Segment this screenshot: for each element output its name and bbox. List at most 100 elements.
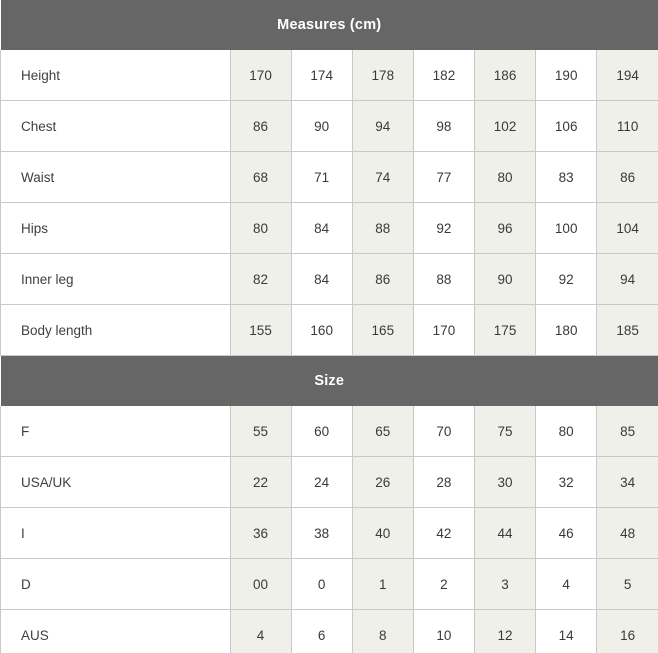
data-cell: 0 — [291, 558, 353, 610]
data-cell: 80 — [230, 202, 292, 254]
row-label: USA/UK — [0, 456, 231, 508]
data-cell: 90 — [474, 253, 537, 305]
data-cell: 5 — [596, 558, 658, 610]
data-cell: 83 — [535, 151, 598, 203]
table-row: Waist 68 71 74 77 80 83 86 — [0, 151, 658, 203]
data-cell: 26 — [352, 456, 414, 508]
data-cell: 12 — [474, 609, 537, 653]
data-cell: 42 — [413, 507, 476, 559]
data-cell: 170 — [413, 304, 476, 356]
row-label: I — [0, 507, 231, 559]
table-row: AUS 4 6 8 10 12 14 16 — [0, 609, 658, 653]
data-cell: 14 — [535, 609, 598, 653]
size-chart-body: Measures (cm) Height 170 174 178 182 186 190 194… — [0, 0, 658, 653]
data-cell: 4 — [535, 558, 598, 610]
data-cell: 74 — [352, 151, 414, 203]
data-cell: 3 — [474, 558, 537, 610]
row-label: F — [0, 406, 231, 457]
data-cell: 92 — [535, 253, 598, 305]
data-cell: 100 — [535, 202, 598, 254]
data-cell: 106 — [535, 100, 598, 152]
data-cell: 75 — [474, 406, 537, 457]
data-cell: 16 — [596, 609, 658, 653]
data-cell: 10 — [413, 609, 476, 653]
data-cell: 60 — [291, 406, 353, 457]
data-cell: 190 — [535, 50, 598, 101]
data-cell: 98 — [413, 100, 476, 152]
data-cell: 86 — [352, 253, 414, 305]
data-cell: 32 — [535, 456, 598, 508]
data-cell: 85 — [596, 406, 658, 457]
section-header-title: Measures (cm) — [0, 0, 658, 50]
data-cell: 180 — [535, 304, 598, 356]
data-cell: 38 — [291, 507, 353, 559]
data-cell: 90 — [291, 100, 353, 152]
data-cell: 77 — [413, 151, 476, 203]
data-cell: 170 — [230, 50, 292, 101]
data-cell: 86 — [230, 100, 292, 152]
data-cell: 30 — [474, 456, 537, 508]
data-cell: 96 — [474, 202, 537, 254]
section-header-title: Size — [0, 355, 658, 406]
row-label: Chest — [0, 100, 231, 152]
data-cell: 88 — [352, 202, 414, 254]
data-cell: 70 — [413, 406, 476, 457]
data-cell: 104 — [596, 202, 658, 254]
row-label: AUS — [0, 609, 231, 653]
data-cell: 2 — [413, 558, 476, 610]
data-cell: 44 — [474, 507, 537, 559]
data-cell: 84 — [291, 253, 353, 305]
data-cell: 46 — [535, 507, 598, 559]
data-cell: 155 — [230, 304, 292, 356]
data-cell: 48 — [596, 507, 658, 559]
table-row: Hips 80 84 88 92 96 100 104 — [0, 202, 658, 254]
data-cell: 55 — [230, 406, 292, 457]
data-cell: 71 — [291, 151, 353, 203]
data-cell: 92 — [413, 202, 476, 254]
data-cell: 160 — [291, 304, 353, 356]
data-cell: 65 — [352, 406, 414, 457]
data-cell: 4 — [230, 609, 292, 653]
table-row: Body length 155 160 165 170 175 180 185 — [0, 304, 658, 356]
data-cell: 88 — [413, 253, 476, 305]
data-cell: 175 — [474, 304, 537, 356]
data-cell: 24 — [291, 456, 353, 508]
table-row: F 55 60 65 70 75 80 85 — [0, 406, 658, 457]
table-row: D 00 0 1 2 3 4 5 — [0, 558, 658, 610]
row-label: Inner leg — [0, 253, 231, 305]
row-label: Body length — [0, 304, 231, 356]
table-row: Inner leg 82 84 86 88 90 92 94 — [0, 253, 658, 305]
table-row: Chest 86 90 94 98 102 106 110 — [0, 100, 658, 152]
data-cell: 68 — [230, 151, 292, 203]
data-cell: 84 — [291, 202, 353, 254]
row-label: Waist — [0, 151, 231, 203]
data-cell: 94 — [596, 253, 658, 305]
data-cell: 165 — [352, 304, 414, 356]
data-cell: 80 — [474, 151, 537, 203]
data-cell: 1 — [352, 558, 414, 610]
data-cell: 28 — [413, 456, 476, 508]
data-cell: 34 — [596, 456, 658, 508]
row-label: Hips — [0, 202, 231, 254]
data-cell: 82 — [230, 253, 292, 305]
data-cell: 182 — [413, 50, 476, 101]
table-row: I 36 38 40 42 44 46 48 — [0, 507, 658, 559]
data-cell: 22 — [230, 456, 292, 508]
data-cell: 185 — [596, 304, 658, 356]
row-label: D — [0, 558, 231, 610]
data-cell: 194 — [596, 50, 658, 101]
size-chart-container: Measures (cm) Height 170 174 178 182 186 190 194… — [0, 0, 658, 653]
data-cell: 178 — [352, 50, 414, 101]
data-cell: 36 — [230, 507, 292, 559]
data-cell: 80 — [535, 406, 598, 457]
data-cell: 8 — [352, 609, 414, 653]
section-header-row: Measures (cm) — [0, 0, 658, 50]
data-cell: 00 — [230, 558, 292, 610]
row-label: Height — [0, 50, 231, 101]
data-cell: 174 — [291, 50, 353, 101]
data-cell: 6 — [291, 609, 353, 653]
table-row: Height 170 174 178 182 186 190 194 — [0, 50, 658, 101]
data-cell: 186 — [474, 50, 537, 101]
data-cell: 110 — [596, 100, 658, 152]
data-cell: 86 — [596, 151, 658, 203]
